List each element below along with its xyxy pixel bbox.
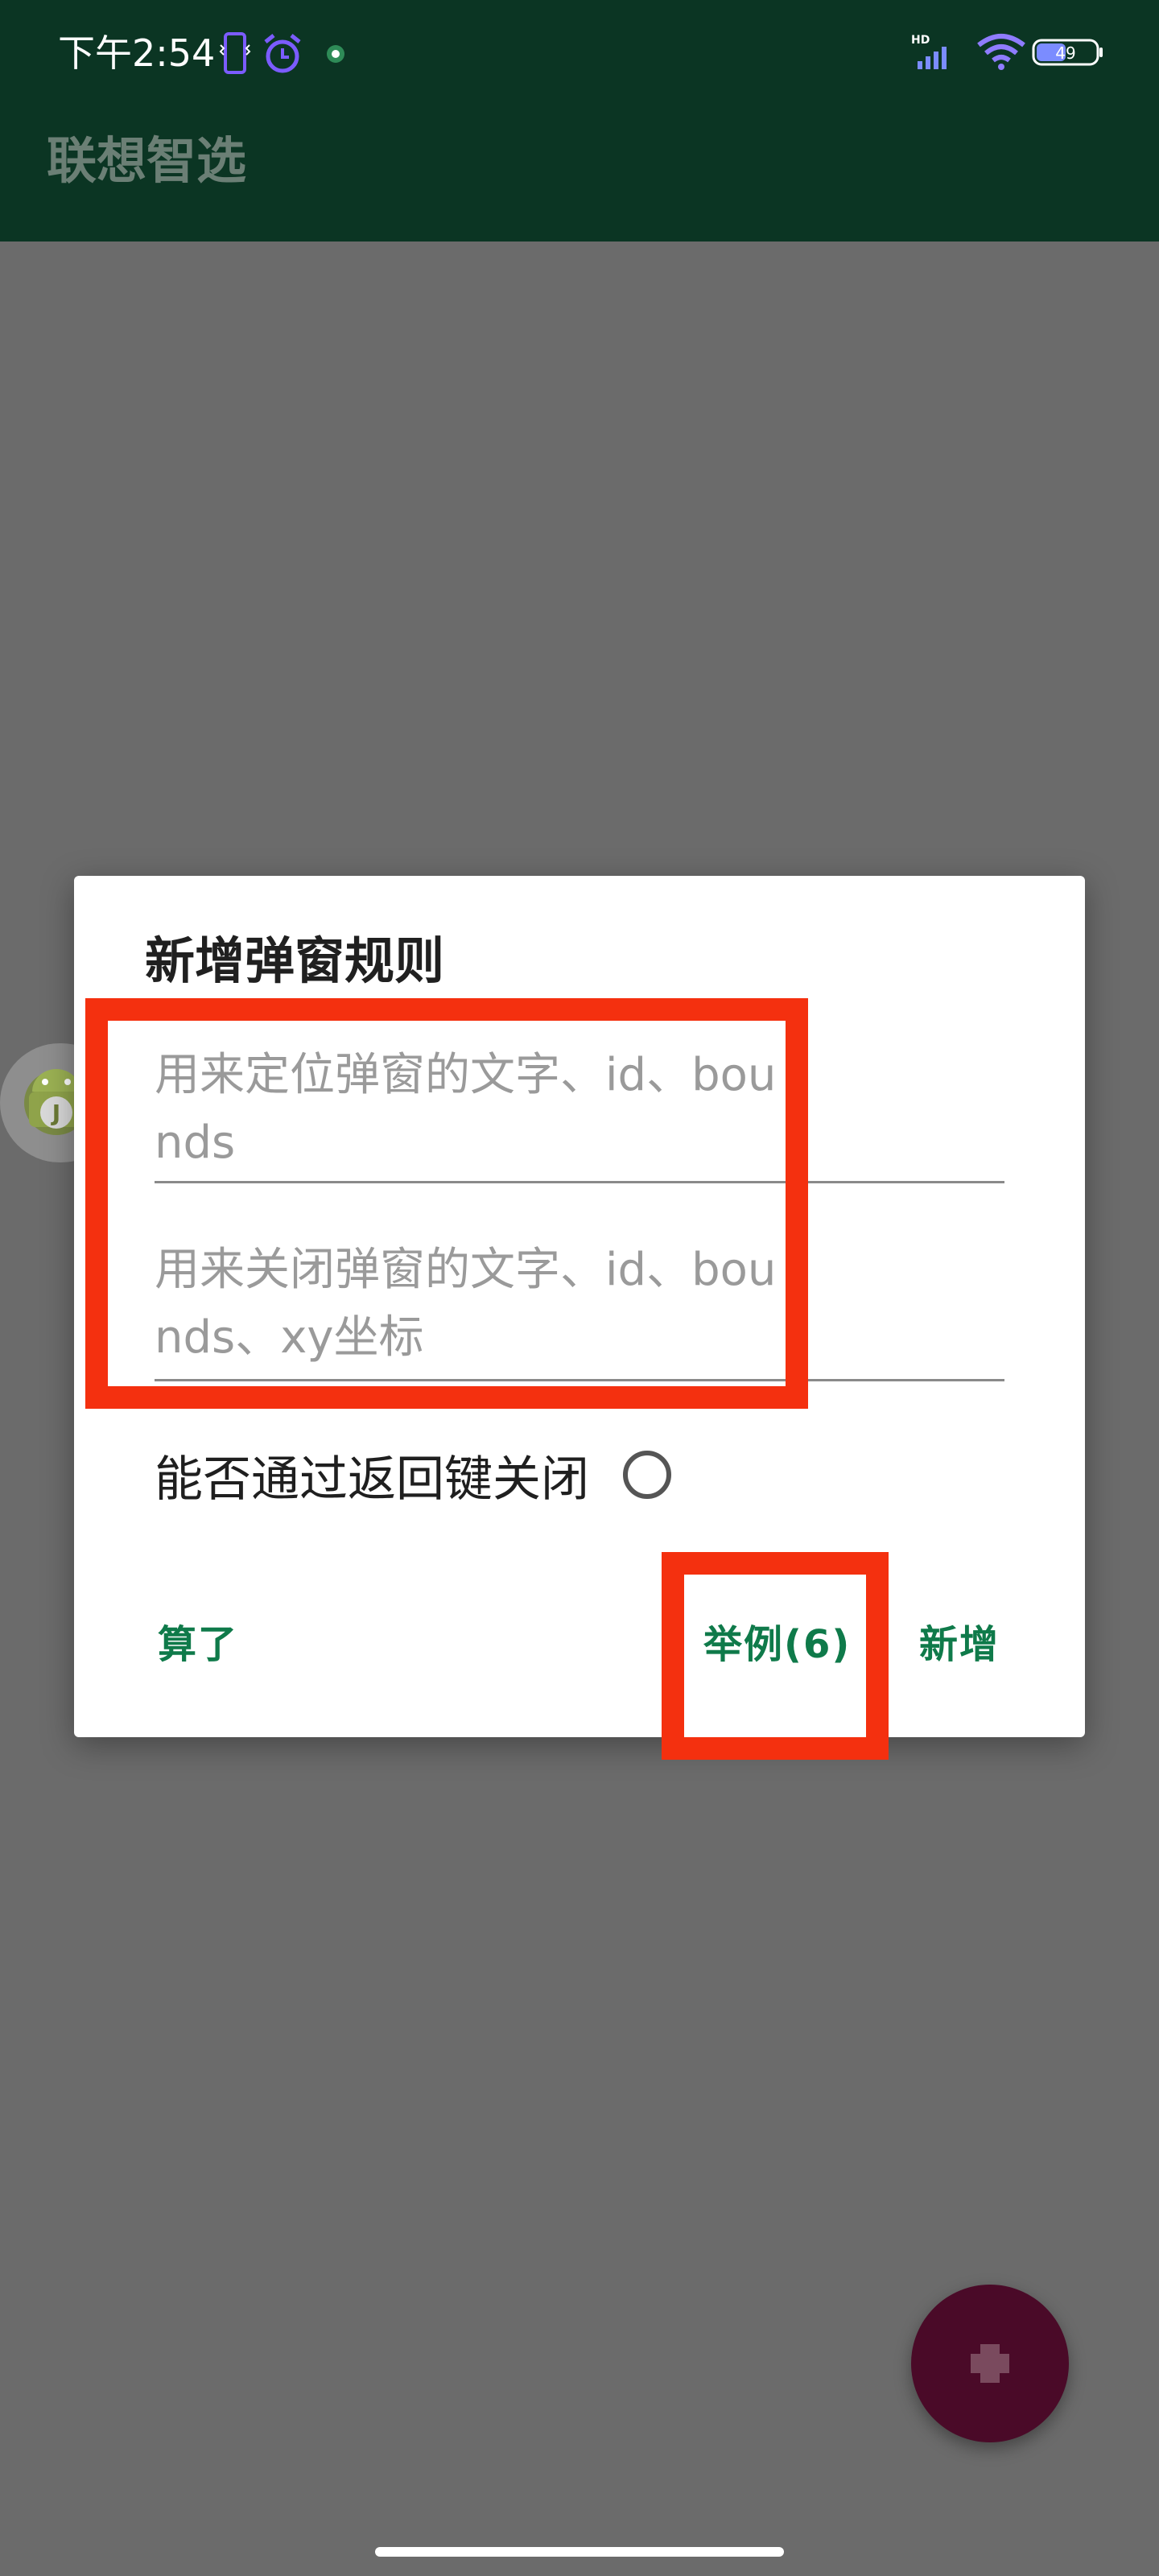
app-notification-icon bbox=[327, 45, 344, 63]
example-button-highlight-box bbox=[662, 1552, 889, 1760]
alarm-icon bbox=[264, 34, 301, 73]
add-fab-button[interactable] bbox=[911, 2285, 1069, 2442]
back-key-close-label: 能否通过返回键关闭 bbox=[155, 1451, 589, 1508]
battery-level: 49 bbox=[1055, 43, 1075, 63]
status-bar: 下午2:54 HD 49 bbox=[0, 0, 1159, 105]
svg-text:HD: HD bbox=[911, 34, 930, 47]
inputs-highlight-box bbox=[85, 998, 808, 1409]
plus-icon bbox=[971, 2344, 1009, 2383]
home-gesture-bar[interactable] bbox=[375, 2547, 784, 2557]
app-bar: 联想智选 bbox=[0, 105, 1159, 242]
dialog-title: 新增弹窗规则 bbox=[145, 931, 445, 990]
battery-icon: 49 bbox=[1032, 39, 1103, 66]
phone-vibrate-icon bbox=[219, 32, 251, 74]
hd-signal-icon: HD bbox=[911, 34, 947, 69]
back-key-close-row: 能否通过返回键关闭 bbox=[155, 1439, 798, 1520]
svg-text:J: J bbox=[51, 1100, 60, 1126]
wifi-icon bbox=[977, 34, 1025, 70]
back-key-close-radio[interactable] bbox=[623, 1451, 671, 1499]
app-title: 联想智选 bbox=[47, 131, 247, 190]
add-button[interactable]: 新增 bbox=[919, 1616, 1000, 1673]
cancel-button[interactable]: 算了 bbox=[158, 1616, 238, 1673]
status-time: 下午2:54 bbox=[58, 31, 216, 75]
